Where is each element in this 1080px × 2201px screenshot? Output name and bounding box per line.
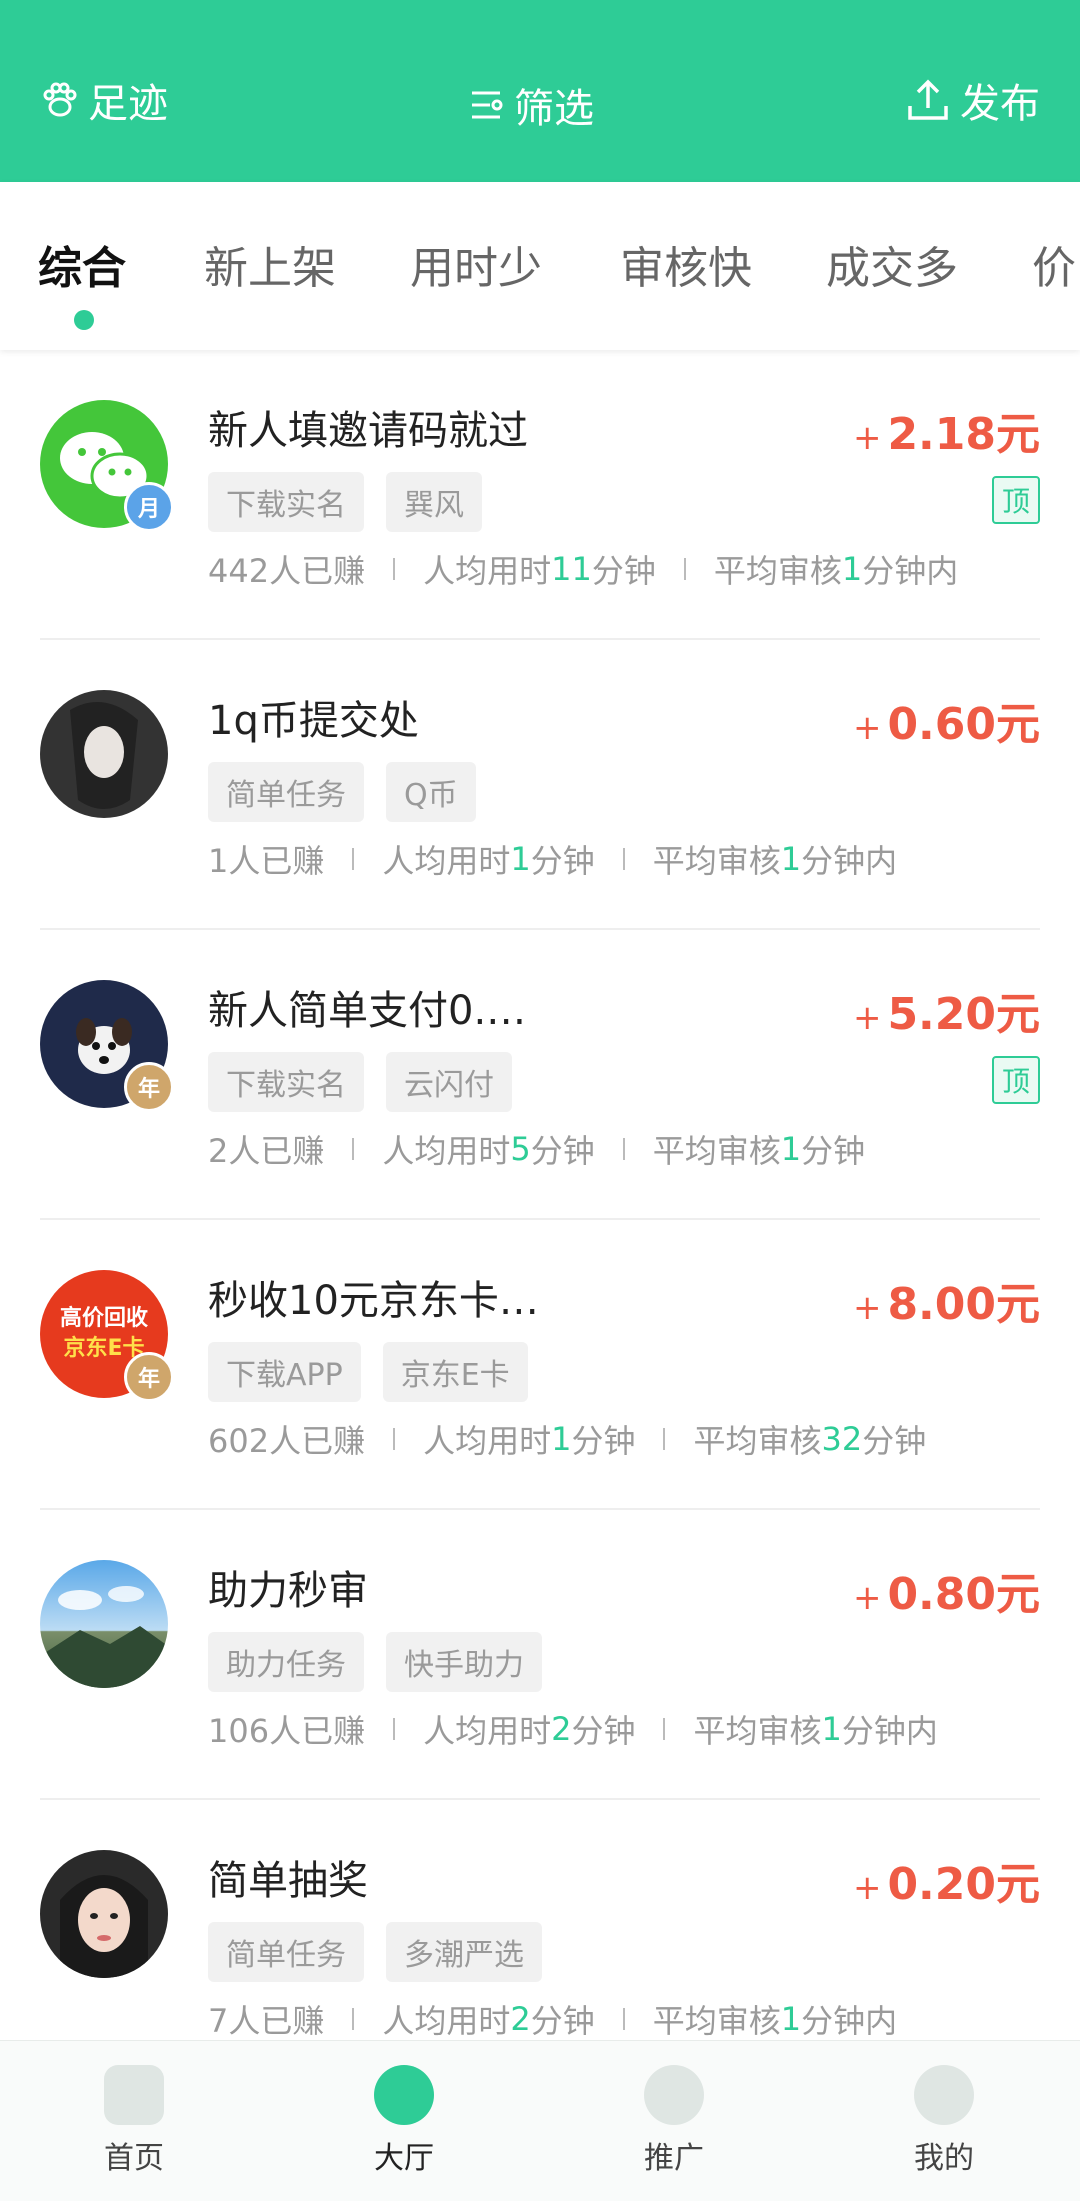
filter-icon (470, 87, 506, 123)
task-item[interactable]: 高价回收 京东E卡 年 秒收10元京东卡… +8.00元 下载APP 京东E卡 … (40, 1220, 1040, 1510)
task-stats: 442人已赚 人均用时 11 分钟 平均审核 1 分钟内 (208, 550, 959, 590)
nav-label: 首页 (104, 2141, 164, 2176)
promote-icon (644, 2065, 704, 2125)
task-price: +0.60元 (852, 699, 1040, 750)
profile-icon (914, 2065, 974, 2125)
user-avatar (40, 690, 168, 818)
task-title: 1q币提交处 (208, 698, 419, 744)
task-tag: 简单任务 (208, 1922, 364, 1982)
publish-button[interactable]: 发布 (904, 70, 1040, 130)
tab-comprehensive[interactable]: 综合 (38, 232, 126, 296)
task-tag: 多潮严选 (386, 1922, 542, 1982)
active-tab-indicator (74, 310, 94, 330)
task-price: +0.80元 (852, 1569, 1040, 1620)
bottom-nav: 首页 大厅 推广 我的 (0, 2040, 1080, 2201)
top-bar: 足迹 筛选 发布 (0, 0, 1080, 182)
task-tag: 下载实名 (208, 472, 364, 532)
task-tag: Q币 (386, 762, 476, 822)
tab-most-deals[interactable]: 成交多 (826, 232, 958, 296)
nav-label: 我的 (914, 2141, 974, 2176)
month-medal-icon: 月 (124, 482, 174, 532)
nav-promote[interactable]: 推广 (594, 2065, 754, 2177)
landscape-avatar (40, 1560, 168, 1688)
task-tag: 简单任务 (208, 762, 364, 822)
home-icon (104, 2065, 164, 2125)
nav-mine[interactable]: 我的 (864, 2065, 1024, 2177)
task-stats: 7人已赚 人均用时 2 分钟 平均审核 1 分钟内 (208, 2000, 898, 2040)
task-title: 助力秒审 (208, 1568, 368, 1614)
upload-icon (904, 76, 952, 124)
task-item[interactable]: 助力秒审 +0.80元 助力任务 快手助力 106人已赚 人均用时 2 分钟 平均审… (40, 1510, 1040, 1800)
task-price: +5.20元 (852, 989, 1040, 1040)
task-item[interactable]: 月 新人填邀请码就过 +2.18元 下载实名 巽风 顶 442人已赚 人均用时 1… (40, 350, 1040, 640)
task-tag: 云闪付 (386, 1052, 512, 1112)
task-tag: 巽风 (386, 472, 482, 532)
task-price: +8.00元 (852, 1279, 1040, 1330)
publish-label: 发布 (960, 81, 1040, 127)
girl-avatar (40, 1850, 168, 1978)
filter-button[interactable]: 筛选 (470, 75, 594, 135)
avatar-text: 高价回收 (59, 1306, 148, 1331)
task-stats: 602人已赚 人均用时 1 分钟 平均审核 32 分钟 (208, 1420, 927, 1460)
tag-row: 简单任务 Q币 (208, 762, 476, 822)
paw-icon (40, 80, 80, 120)
nav-label: 推广 (644, 2141, 704, 2176)
task-tag: 快手助力 (386, 1632, 542, 1692)
hall-icon (374, 2065, 434, 2125)
tag-row: 下载实名 云闪付 (208, 1052, 512, 1112)
footprint-label: 足迹 (88, 81, 168, 127)
task-stats: 1人已赚 人均用时 1 分钟 平均审核 1 分钟内 (208, 840, 898, 880)
task-tag: 下载实名 (208, 1052, 364, 1112)
task-item[interactable]: 1q币提交处 +0.60元 简单任务 Q币 1人已赚 人均用时 1 分钟 平均审核 1… (40, 640, 1040, 930)
tag-row: 助力任务 快手助力 (208, 1632, 542, 1692)
tag-row: 简单任务 多潮严选 (208, 1922, 542, 1982)
task-stats: 106人已赚 人均用时 2 分钟 平均审核 1 分钟内 (208, 1710, 938, 1750)
task-list: 月 新人填邀请码就过 +2.18元 下载实名 巽风 顶 442人已赚 人均用时 1… (0, 350, 1080, 2088)
tab-fast-review[interactable]: 审核快 (620, 232, 752, 296)
task-tag: 京东E卡 (382, 1342, 528, 1402)
task-price: +2.18元 (852, 409, 1040, 460)
task-title: 新人填邀请码就过 (208, 408, 528, 454)
tab-price[interactable]: 价 (1032, 232, 1076, 296)
sort-tabs: 综合 新上架 用时少 审核快 成交多 价 (0, 182, 1080, 350)
task-title: 简单抽奖 (208, 1858, 368, 1904)
tab-less-time[interactable]: 用时少 (410, 232, 542, 296)
year-medal-icon: 年 (124, 1352, 174, 1402)
tab-new[interactable]: 新上架 (204, 232, 336, 296)
task-stats: 2人已赚 人均用时 5 分钟 平均审核 1 分钟 (208, 1130, 866, 1170)
footprint-button[interactable]: 足迹 (40, 70, 168, 130)
top-badge: 顶 (992, 1056, 1040, 1104)
tag-row: 下载APP 京东E卡 (208, 1342, 528, 1402)
task-item[interactable]: 年 新人简单支付0.… +5.20元 下载实名 云闪付 顶 2人已赚 人均用时 5… (40, 930, 1040, 1220)
task-tag: 下载APP (208, 1342, 361, 1402)
task-tag: 助力任务 (208, 1632, 364, 1692)
nav-hall[interactable]: 大厅 (324, 2065, 484, 2177)
filter-label: 筛选 (514, 86, 594, 132)
year-medal-icon: 年 (124, 1062, 174, 1112)
nav-label: 大厅 (374, 2141, 434, 2176)
top-badge: 顶 (992, 476, 1040, 524)
nav-home[interactable]: 首页 (54, 2065, 214, 2177)
task-title: 新人简单支付0.… (208, 988, 527, 1034)
task-title: 秒收10元京东卡… (208, 1278, 539, 1324)
tag-row: 下载实名 巽风 (208, 472, 482, 532)
task-price: +0.20元 (852, 1859, 1040, 1910)
